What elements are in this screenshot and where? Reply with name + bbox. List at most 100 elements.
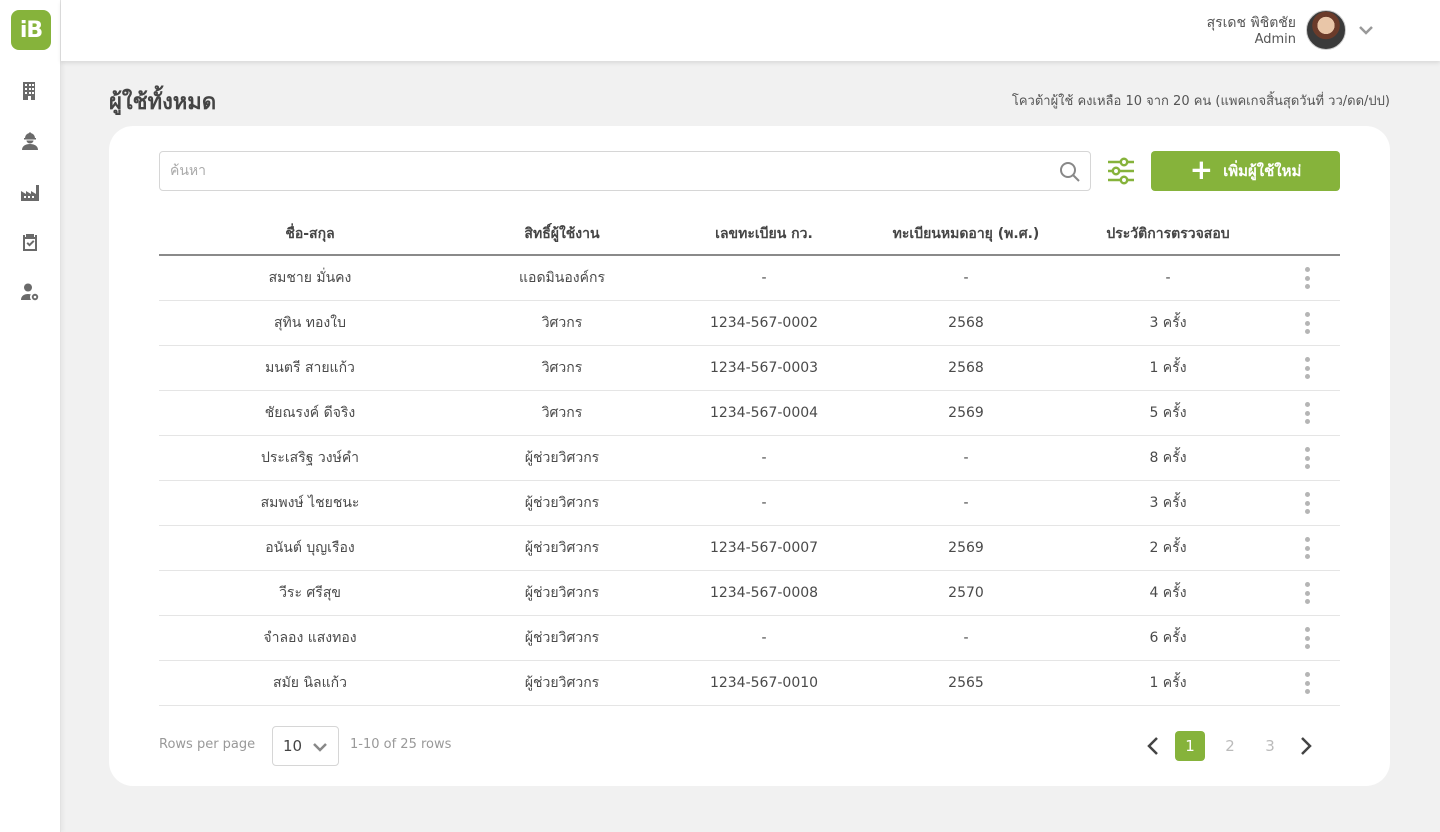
cell-expiry: 2569 [948,540,984,556]
cell-name: สุทิน ทองใบ [274,315,346,331]
cell-license: 1234-567-0004 [709,405,819,421]
cell-license: - [761,495,767,511]
page-title: ผู้ใช้ทั้งหมด [109,90,217,115]
cell-expiry: 2568 [948,315,984,331]
cell-history: 5 ครั้ง [1149,405,1187,421]
table-row[interactable]: ชัยณรงค์ ดีจริง วิศวกร 1234-567-0004 2569 5 … [159,391,1340,436]
cell-expiry: - [963,630,969,646]
rows-per-page-value: 10 [283,737,303,755]
kebab-menu-icon[interactable] [1300,401,1314,425]
add-user-button[interactable]: + เพิ่มผู้ใช้ใหม่ [1151,151,1340,191]
kebab-menu-icon[interactable] [1300,356,1314,380]
search-input[interactable] [160,152,1090,190]
top-header: สุรเดช พิชิตชัย Admin [61,0,1440,61]
table-body: สมชาย มั่นคง แอดมินองค์กร - - - สุทิน ทองใบ วิ… [159,256,1340,706]
table-row[interactable]: สมพงษ์ ไชยชนะ ผู้ช่วยวิศวกร - - 3 ครั้ง [159,481,1340,526]
column-header-history[interactable]: ประวัติการตรวจสอบ [1067,223,1269,245]
table-row[interactable]: วีระ ศรีสุข ผู้ช่วยวิศวกร 1234-567-0008 257… [159,571,1340,616]
rows-per-page-select[interactable]: 10 [272,726,339,766]
page-3-button[interactable]: 3 [1255,731,1285,761]
kebab-menu-icon[interactable] [1300,671,1314,695]
column-header-expiry[interactable]: ทะเบียนหมดอายุ (พ.ศ.) [865,223,1067,245]
app-logo[interactable]: iB [11,10,51,50]
cell-license: 1234-567-0010 [709,675,819,691]
table-row[interactable]: สุทิน ทองใบ วิศวกร 1234-567-0002 2568 3 ครั้… [159,301,1340,346]
clipboard-check-icon[interactable] [19,231,41,253]
cell-history: 6 ครั้ง [1149,630,1187,646]
quota-text: โควต้าผู้ใช้ คงเหลือ 10 จาก 20 คน (แพคเก… [1011,94,1390,109]
table-row[interactable]: ประเสริฐ วงษ์คำ ผู้ช่วยวิศวกร - - 8 ครั้ง [159,436,1340,481]
cell-role: ผู้ช่วยวิศวกร [524,540,600,556]
cell-expiry: 2570 [948,585,984,601]
cell-actions [1269,626,1340,650]
cell-history: 3 ครั้ง [1149,495,1187,511]
kebab-menu-icon[interactable] [1300,536,1314,560]
cell-history: 3 ครั้ง [1149,315,1187,331]
user-name: สุรเดช พิชิตชัย [1206,15,1296,31]
kebab-menu-icon[interactable] [1300,626,1314,650]
cell-license: 1234-567-0003 [709,360,819,376]
search-icon[interactable] [1058,160,1082,184]
chevron-left-icon [1147,737,1158,755]
cell-name: สมัย นิลแก้ว [273,675,347,691]
cell-history: 4 ครั้ง [1149,585,1187,601]
cell-history: 2 ครั้ง [1149,540,1187,556]
next-page-button[interactable] [1293,734,1317,758]
cell-expiry: 2568 [948,360,984,376]
kebab-menu-icon[interactable] [1300,266,1314,290]
cell-expiry: - [963,450,969,466]
cell-actions [1269,356,1340,380]
cell-license: - [761,450,767,466]
factory-icon[interactable] [19,181,41,203]
table-row[interactable]: จำลอง แสงทอง ผู้ช่วยวิศวกร - - 6 ครั้ง [159,616,1340,661]
cell-role: วิศวกร [541,315,583,331]
chevron-right-icon [1301,737,1312,755]
page-2-button[interactable]: 2 [1215,731,1245,761]
cell-role: ผู้ช่วยวิศวกร [524,585,600,601]
chevron-down-icon[interactable] [1356,20,1376,40]
cell-role: ผู้ช่วยวิศวกร [524,450,600,466]
cell-name: สมชาย มั่นคง [268,270,352,286]
table-row[interactable]: มนตรี สายแก้ว วิศวกร 1234-567-0003 2568 1 คร… [159,346,1340,391]
avatar[interactable] [1306,10,1346,50]
building-icon[interactable] [19,80,41,102]
kebab-menu-icon[interactable] [1300,446,1314,470]
add-user-label: เพิ่มผู้ใช้ใหม่ [1223,162,1302,180]
cell-name: จำลอง แสงทอง [263,630,357,646]
cell-role: วิศวกร [541,405,583,421]
cell-license: 1234-567-0008 [709,585,819,601]
kebab-menu-icon[interactable] [1300,581,1314,605]
column-header-license[interactable]: เลขทะเบียน กว. [663,223,865,245]
cell-role: ผู้ช่วยวิศวกร [524,630,600,646]
page-1-button[interactable]: 1 [1175,731,1205,761]
column-header-name[interactable]: ชื่อ-สกุล [159,223,461,245]
cell-actions [1269,536,1340,560]
table-row[interactable]: สมัย นิลแก้ว ผู้ช่วยวิศวกร 1234-567-0010 25… [159,661,1340,706]
cell-role: วิศวกร [541,360,583,376]
cell-actions [1269,581,1340,605]
user-settings-icon[interactable] [19,281,41,303]
cell-actions [1269,491,1340,515]
users-table: ชื่อ-สกุล สิทธิ์ผู้ใช้งาน เลขทะเบียน กว.… [159,214,1340,706]
cell-history: 8 ครั้ง [1149,450,1187,466]
cell-name: วีระ ศรีสุข [279,585,341,601]
kebab-menu-icon[interactable] [1300,311,1314,335]
sidebar: iB [0,0,61,832]
cell-history: 1 ครั้ง [1149,675,1187,691]
plus-icon: + [1189,152,1214,186]
cell-expiry: 2569 [948,405,984,421]
column-header-role[interactable]: สิทธิ์ผู้ใช้งาน [461,223,663,245]
cell-actions [1269,401,1340,425]
cell-license: 1234-567-0007 [709,540,819,556]
cell-actions [1269,446,1340,470]
table-header: ชื่อ-สกุล สิทธิ์ผู้ใช้งาน เลขทะเบียน กว.… [159,214,1340,256]
kebab-menu-icon[interactable] [1300,491,1314,515]
cell-license: - [761,630,767,646]
table-row[interactable]: อนันต์ บุญเรือง ผู้ช่วยวิศวกร 1234-567-000… [159,526,1340,571]
cell-expiry: - [963,270,969,286]
previous-page-button[interactable] [1142,734,1166,758]
table-row[interactable]: สมชาย มั่นคง แอดมินองค์กร - - - [159,256,1340,301]
cell-role: แอดมินองค์กร [519,270,605,286]
filter-sliders-icon[interactable] [1103,153,1139,189]
worker-icon[interactable] [19,130,41,152]
